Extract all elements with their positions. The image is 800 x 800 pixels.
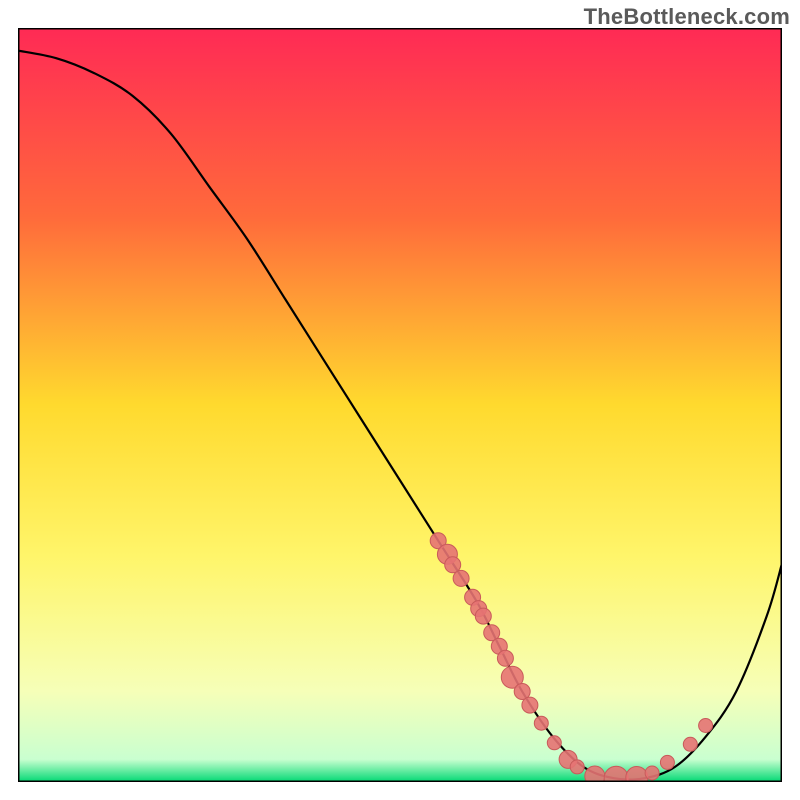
data-point xyxy=(570,760,584,774)
chart-svg xyxy=(18,28,782,782)
data-point xyxy=(475,608,491,624)
data-point xyxy=(699,719,713,733)
chart-container: TheBottleneck.com xyxy=(0,0,800,800)
watermark-text: TheBottleneck.com xyxy=(584,4,790,30)
data-point xyxy=(683,737,697,751)
data-point xyxy=(534,716,548,730)
data-point xyxy=(522,697,538,713)
gradient-background xyxy=(18,28,782,782)
data-point xyxy=(453,570,469,586)
data-point xyxy=(585,766,605,782)
plot-area xyxy=(18,28,782,782)
data-point xyxy=(660,755,674,769)
data-point xyxy=(547,736,561,750)
data-point xyxy=(645,766,659,780)
data-point xyxy=(497,650,513,666)
